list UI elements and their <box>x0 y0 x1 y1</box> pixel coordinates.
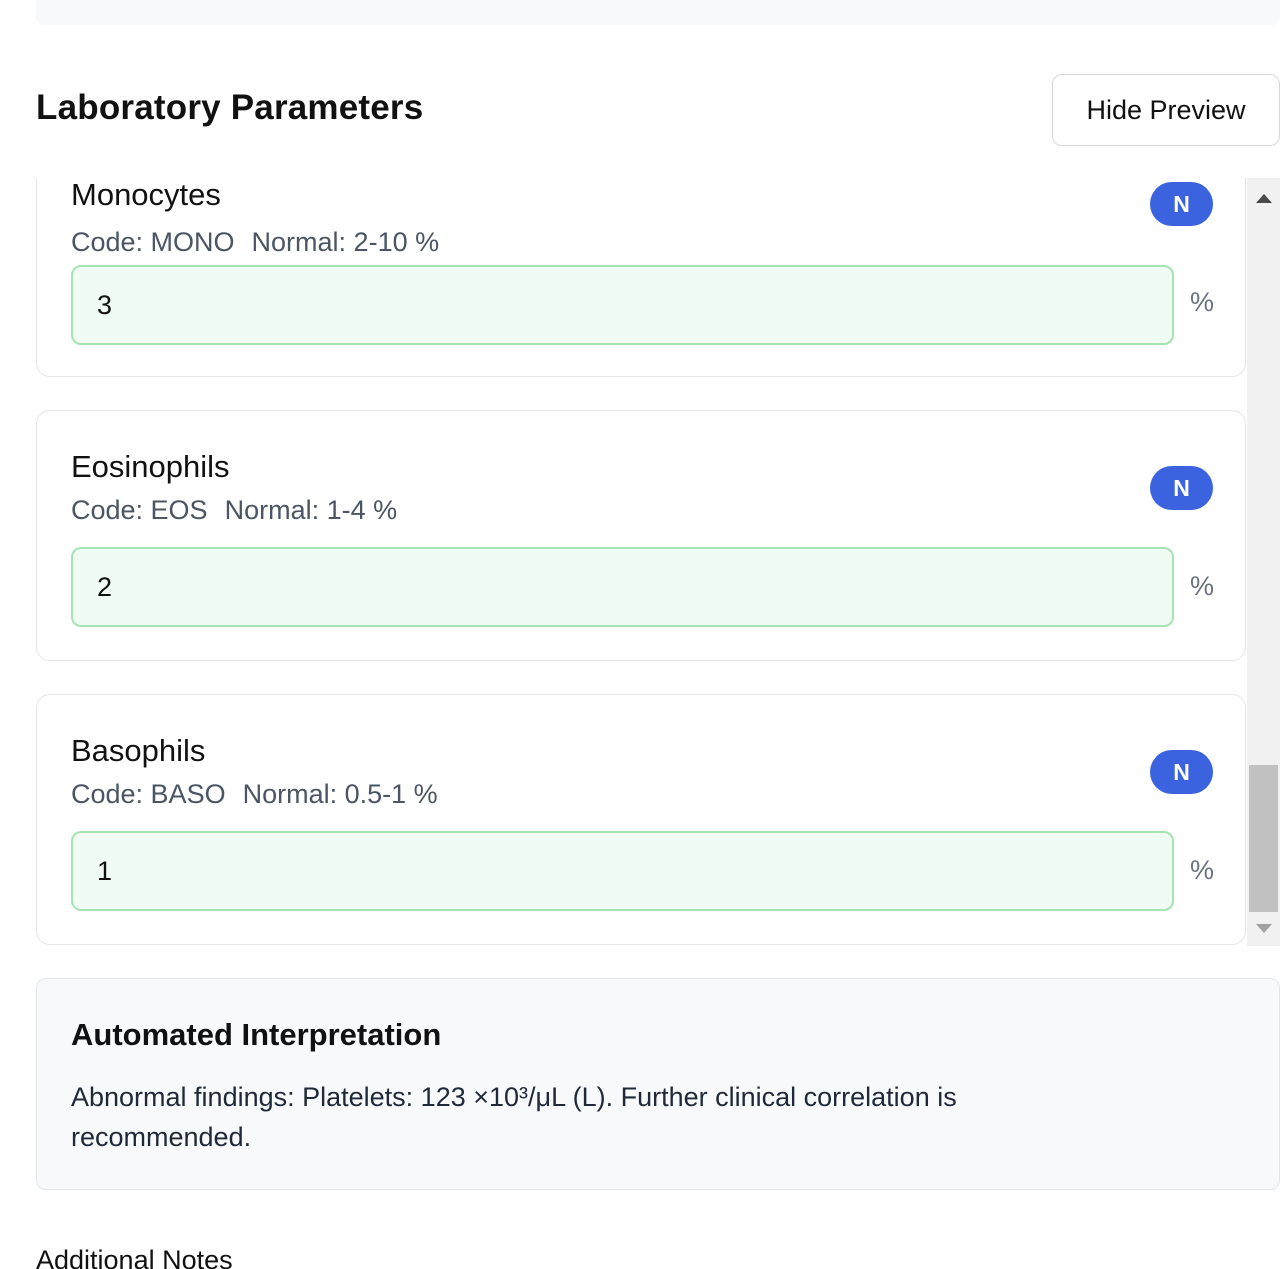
scroll-up-arrow-icon[interactable] <box>1247 188 1280 208</box>
status-badge: N <box>1150 182 1213 226</box>
hide-preview-button[interactable]: Hide Preview <box>1052 74 1280 146</box>
parameter-normal-range: Normal: 2-10 % <box>251 227 440 257</box>
status-badge: N <box>1150 750 1213 794</box>
parameter-unit: % <box>1190 287 1215 317</box>
parameter-unit: % <box>1190 571 1215 601</box>
scrollbar-thumb[interactable] <box>1249 765 1278 912</box>
parameter-value-input[interactable] <box>71 265 1174 345</box>
parameter-normal-range: Normal: 1-4 % <box>224 495 398 525</box>
interpretation-title: Automated Interpretation <box>71 1017 442 1052</box>
interpretation-text: Abnormal findings: Platelets: 123 ×10³/μ… <box>71 1082 957 1152</box>
parameter-code: Code: MONO <box>71 227 235 257</box>
parameter-meta: Code: EOS Normal: 1-4 % <box>71 495 414 526</box>
parameter-value-input[interactable] <box>71 547 1174 627</box>
status-badge: N <box>1150 466 1213 510</box>
parameter-code: Code: EOS <box>71 495 208 525</box>
additional-notes-label: Additional Notes <box>36 1245 233 1269</box>
parameter-normal-range: Normal: 0.5-1 % <box>242 779 438 809</box>
automated-interpretation-panel: Automated Interpretation Abnormal findin… <box>36 978 1280 1190</box>
parameter-code: Code: BASO <box>71 779 226 809</box>
parameter-unit: % <box>1190 855 1215 885</box>
parameter-card-eosinophils: Eosinophils Code: EOS Normal: 1-4 % N % <box>36 410 1246 661</box>
vertical-scrollbar[interactable] <box>1247 178 1280 946</box>
parameter-name: Monocytes <box>71 178 221 212</box>
parameter-card-monocytes: Monocytes Code: MONO Normal: 2-10 % N % <box>36 178 1246 377</box>
parameter-card-basophils: Basophils Code: BASO Normal: 0.5-1 % N % <box>36 694 1246 945</box>
parameter-meta: Code: BASO Normal: 0.5-1 % <box>71 779 455 810</box>
scroll-down-arrow-icon[interactable] <box>1247 918 1280 938</box>
previous-section-footer <box>36 0 1280 25</box>
section-title: Laboratory Parameters <box>36 88 424 127</box>
parameter-name: Eosinophils <box>71 449 230 484</box>
parameters-scroll-area[interactable]: Monocytes Code: MONO Normal: 2-10 % N % E… <box>0 178 1284 946</box>
parameter-meta: Code: MONO Normal: 2-10 % <box>71 227 456 258</box>
parameter-value-input[interactable] <box>71 831 1174 911</box>
parameter-name: Basophils <box>71 733 206 768</box>
